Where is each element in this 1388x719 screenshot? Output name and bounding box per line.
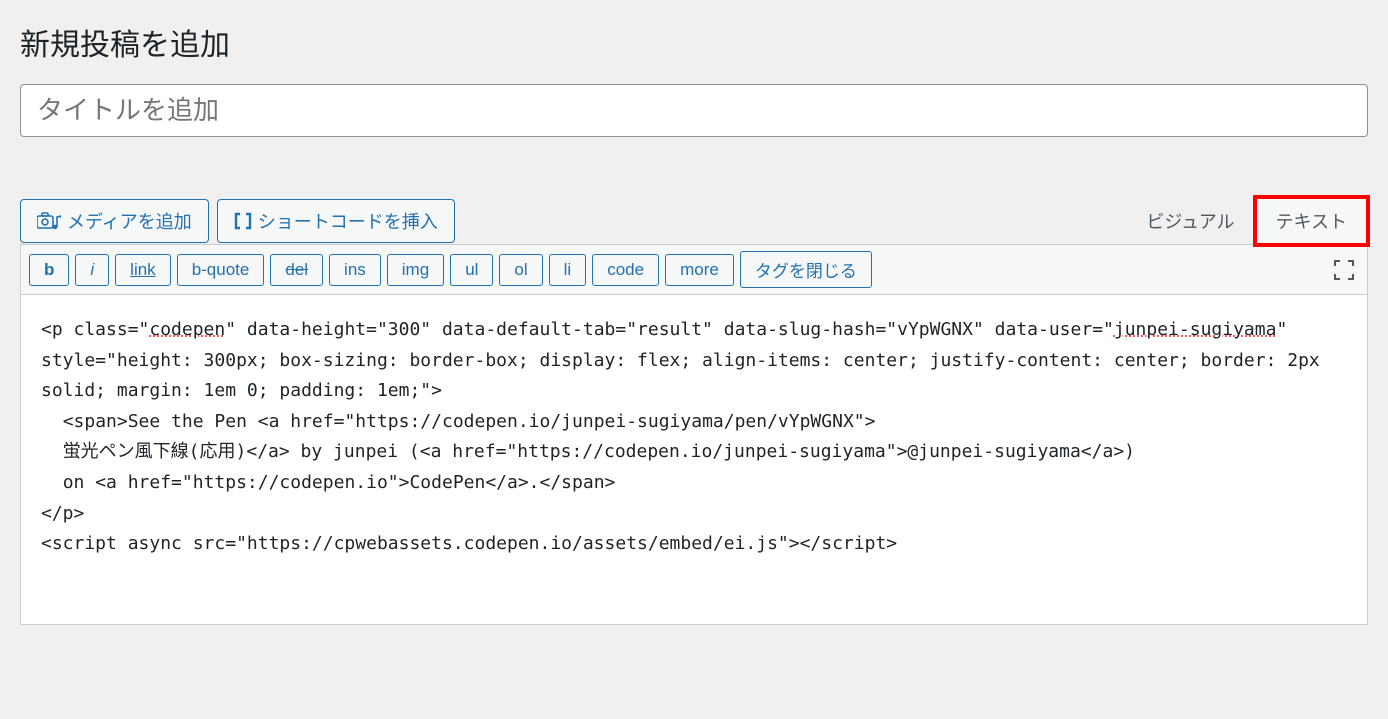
text-editor-toolbar: b i link b-quote del ins img ul ol li co… [20, 244, 1368, 295]
editor-top-row: メディアを追加 ショートコードを挿入 ビジュアル テキスト [20, 197, 1368, 245]
editor-tabs: ビジュアル テキスト [1126, 197, 1368, 245]
toolbar-link-button[interactable]: link [115, 254, 171, 286]
toolbar-del-button[interactable]: del [270, 254, 323, 286]
editor-text-content[interactable]: <p class="codepen" data-height="300" dat… [20, 295, 1368, 625]
fullscreen-icon[interactable] [1329, 255, 1359, 285]
camera-music-icon [37, 211, 61, 231]
add-media-label: メディアを追加 [67, 208, 192, 234]
toolbar-ins-button[interactable]: ins [329, 254, 381, 286]
toolbar-ol-button[interactable]: ol [499, 254, 542, 286]
toolbar-code-button[interactable]: code [592, 254, 659, 286]
post-title-input[interactable] [20, 84, 1368, 137]
tab-text[interactable]: テキスト [1255, 197, 1368, 245]
toolbar-bold-button[interactable]: b [29, 254, 69, 286]
page-title: 新規投稿を追加 [20, 20, 1368, 64]
insert-shortcode-label: ショートコードを挿入 [258, 208, 438, 234]
add-media-button[interactable]: メディアを追加 [20, 199, 209, 243]
toolbar-more-button[interactable]: more [665, 254, 734, 286]
toolbar-close-tags-button[interactable]: タグを閉じる [740, 251, 872, 288]
toolbar-li-button[interactable]: li [549, 254, 587, 286]
toolbar-italic-button[interactable]: i [75, 254, 109, 286]
insert-shortcode-button[interactable]: ショートコードを挿入 [217, 199, 455, 243]
toolbar-ul-button[interactable]: ul [450, 254, 493, 286]
left-buttons: メディアを追加 ショートコードを挿入 [20, 199, 455, 243]
toolbar-img-button[interactable]: img [387, 254, 444, 286]
toolbar-bquote-button[interactable]: b-quote [177, 254, 265, 286]
tab-visual[interactable]: ビジュアル [1125, 197, 1255, 245]
brackets-icon [234, 212, 252, 230]
